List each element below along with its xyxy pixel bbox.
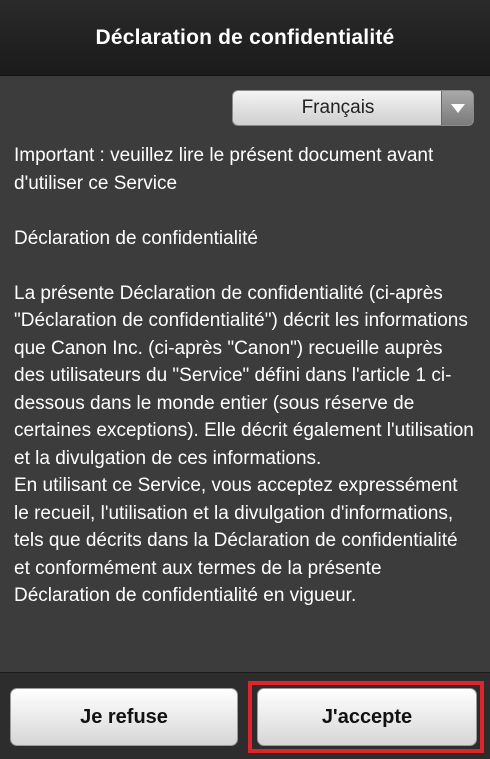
chevron-down-icon [450,103,465,113]
accept-button[interactable]: J'accepte [257,688,477,746]
section-heading: Déclaration de confidentialité [14,227,258,249]
refuse-button[interactable]: Je refuse [10,688,238,746]
language-select[interactable]: Français [232,90,474,126]
intro-text: Important : veuillez lire le présent doc… [14,145,434,194]
privacy-paragraph-2: En utilisant ce Service, vous acceptez e… [14,475,458,606]
privacy-text-scroll-area[interactable]: Important : veuillez lire le présent doc… [0,142,490,759]
action-bar: Je refuse J'accepte [0,672,490,759]
privacy-paragraph-1: La présente Déclaration de confidentiali… [14,282,474,469]
title-bar: Déclaration de confidentialité [0,0,490,76]
page-title: Déclaration de confidentialité [95,25,395,49]
dropdown-button[interactable] [441,91,473,125]
language-selected-value: Français [301,97,375,118]
language-row: Français [0,86,490,130]
privacy-screen: Déclaration de confidentialité Français … [0,0,490,759]
